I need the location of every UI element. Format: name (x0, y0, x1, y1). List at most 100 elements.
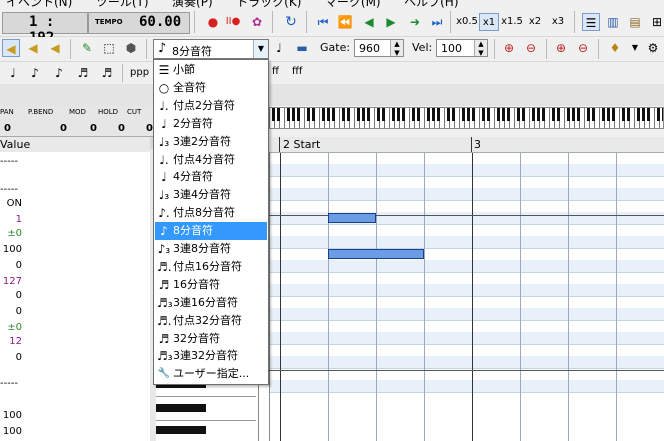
midi-note[interactable] (328, 249, 424, 259)
dropdown-item[interactable]: ♬ 16分音符 (155, 276, 267, 294)
value-row[interactable]: 100 (0, 244, 22, 255)
chevron-down-icon[interactable]: ▼ (253, 40, 268, 58)
dropdown-item[interactable]: ♬. 付点16分音符 (155, 258, 267, 276)
piano-roll-view-icon[interactable]: ▥ (604, 13, 622, 31)
dropdown-item[interactable]: ○ 全音符 (155, 79, 267, 97)
speaker-icon[interactable]: ◀ (2, 39, 20, 57)
record-icon[interactable]: ● (204, 13, 222, 31)
speaker-solo-icon[interactable]: ◀ (24, 39, 42, 57)
dropdown-item[interactable]: ♩ 4分音符 (155, 168, 267, 186)
settings-icon[interactable]: ⚙ (644, 39, 662, 57)
value-row[interactable]: 1 (0, 214, 22, 225)
menu-track[interactable]: トラック(K) (236, 0, 301, 8)
gate-spinner-icon[interactable]: ▲ ▼ (390, 40, 403, 57)
value-row[interactable]: 100 (0, 410, 22, 421)
black-key (517, 108, 520, 121)
value-row[interactable]: ON (0, 198, 22, 209)
value-row[interactable]: 0 (0, 352, 22, 363)
dynamics-ff-button[interactable]: ff (272, 66, 279, 77)
go-to-end-icon[interactable]: ⏭ (428, 13, 446, 31)
value-row[interactable]: 12 (0, 336, 22, 347)
quarter-note-icon[interactable]: ♩ (4, 64, 22, 82)
grid-row-line (258, 224, 664, 225)
eighth-note-icon[interactable]: ♪ (26, 64, 44, 82)
half-triplet-icon: ♩₃ (158, 134, 170, 149)
step-back-icon[interactable]: ◀ (360, 13, 378, 31)
sixteenth-note-icon[interactable]: ♬ (74, 64, 92, 82)
value-row[interactable]: ----- (0, 378, 22, 389)
list-view-icon[interactable]: ☰ (582, 13, 600, 31)
loop-icon[interactable]: ↻ (282, 13, 300, 31)
value-row[interactable]: ----- (0, 156, 22, 167)
zoom-out-icon[interactable]: ⊖ (522, 39, 540, 57)
vertical-zoom-out-icon[interactable]: ⊖ (574, 39, 592, 57)
value-row[interactable]: 0 (0, 260, 22, 271)
note-length-icon[interactable]: ♩ (270, 39, 288, 57)
select-rect-icon[interactable]: ⬚ (100, 39, 118, 57)
dropdown-item[interactable]: ♩₃ 3連2分音符 (155, 133, 267, 151)
metronome-icon[interactable]: ♦ (606, 39, 624, 57)
keyboard-key-divider (514, 108, 515, 128)
dropdown-item[interactable]: ♩ 2分音符 (155, 115, 267, 133)
pencil-icon[interactable]: ✎ (78, 39, 96, 57)
dropdown-item-label: 3連2分音符 (173, 134, 231, 148)
eighth-triplet-icon[interactable]: ♪ (50, 64, 68, 82)
options-dropdown-icon[interactable]: ▼ (626, 39, 644, 57)
grid-row-stripe (258, 332, 664, 344)
vel-input[interactable]: 100 ▲ ▼ (436, 39, 488, 57)
speed-x3-button[interactable]: x3 (548, 13, 568, 31)
dropdown-item[interactable]: 🔧 ユーザー指定... (155, 365, 267, 383)
menu-help[interactable]: ヘルプ(H) (404, 0, 458, 8)
midi-note[interactable] (328, 213, 376, 223)
gate-input[interactable]: 960 ▲ ▼ (354, 39, 404, 57)
value-row[interactable]: ----- (0, 184, 22, 195)
play-icon[interactable]: ▶ (382, 13, 400, 31)
value-row[interactable]: 0 (0, 306, 22, 317)
eraser-icon[interactable]: ⬢ (122, 39, 140, 57)
vertical-zoom-in-icon[interactable]: ⊕ (552, 39, 570, 57)
dropdown-item[interactable]: ☰ 小節 (155, 61, 267, 79)
dropdown-item[interactable]: ♬₃ 3連32分音符 (155, 347, 267, 365)
speaker-mute-icon[interactable]: ◀ (46, 39, 64, 57)
dropdown-item[interactable]: ♪. 付点8分音符 (155, 204, 267, 222)
black-key (622, 108, 625, 121)
value-row[interactable]: 100 (0, 426, 22, 437)
dropdown-item[interactable]: ♬₃ 3連16分音符 (155, 294, 267, 312)
record-pause-icon[interactable]: II● (224, 13, 242, 31)
zoom-in-icon[interactable]: ⊕ (500, 39, 518, 57)
value-row[interactable]: ±0 (0, 322, 22, 333)
speed-x0.5-button[interactable]: x0.5 (456, 13, 478, 31)
dropdown-item[interactable]: ♪ 8分音符 (155, 222, 267, 241)
speed-x1.5-button[interactable]: x1.5 (501, 13, 523, 31)
value-row[interactable]: ±0 (0, 228, 22, 239)
dropdown-item[interactable]: ♩₃ 3連4分音符 (155, 186, 267, 204)
speed-x1-button[interactable]: x1 (479, 13, 499, 31)
dynamics-ppp-button[interactable]: ppp (130, 67, 149, 78)
dropdown-item[interactable]: ♩. 付点4分音符 (155, 151, 267, 169)
menu-play[interactable]: 演奏(P) (172, 0, 213, 8)
velocity-icon[interactable]: ▬ (293, 39, 311, 57)
keyboard-key-divider (389, 108, 390, 128)
thirtysecond-note-icon[interactable]: ♬ (98, 64, 116, 82)
menu-tools[interactable]: ツール(T) (96, 0, 149, 8)
staff-view-icon[interactable]: ⊞ (648, 13, 664, 31)
dropdown-item[interactable]: ♬ 32分音符 (155, 330, 267, 348)
menu-event[interactable]: イベント(N) (6, 0, 72, 8)
rewind-icon[interactable]: ⏪ (336, 13, 354, 31)
menu-mark[interactable]: マーク(M) (325, 0, 381, 8)
step-forward-icon[interactable]: ➜ (406, 13, 424, 31)
value-row[interactable]: 127 (0, 276, 22, 287)
step-record-icon[interactable]: ✿ (248, 13, 266, 31)
value-row[interactable]: 0 (0, 290, 22, 301)
dropdown-item[interactable]: ♪₃ 3連8分音符 (155, 240, 267, 258)
keyboard-overview[interactable] (268, 107, 664, 129)
dropdown-item[interactable]: ♬. 付点32分音符 (155, 312, 267, 330)
vel-spinner-icon[interactable]: ▲ ▼ (474, 40, 487, 57)
score-view-icon[interactable]: ▤ (626, 13, 644, 31)
note-length-combo[interactable]: ♪ 8分音符 ▼ (153, 39, 269, 59)
speed-x2-button[interactable]: x2 (525, 13, 545, 31)
go-to-start-icon[interactable]: ⏮ (314, 13, 332, 31)
dropdown-item[interactable]: ♩. 付点2分音符 (155, 97, 267, 115)
grid-row-stripe (258, 236, 664, 248)
dynamics-fff-button[interactable]: fff (292, 66, 302, 77)
